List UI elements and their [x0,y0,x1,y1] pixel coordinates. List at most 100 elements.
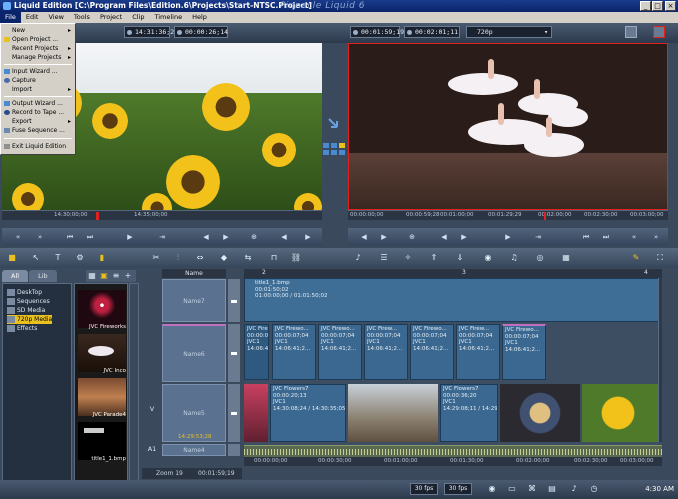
menu-file[interactable]: File [0,12,21,23]
render-status-icon[interactable]: ◉ [486,483,498,495]
goto-out-icon[interactable]: ⇥ [156,232,168,242]
track-lock-button[interactable] [228,324,240,382]
fps-indicator-2[interactable]: 30 fps [444,483,472,495]
source-timecode-duration[interactable]: 00:00:26;14 [174,26,228,38]
record-button[interactable] [653,26,665,38]
menu-view[interactable]: View [43,12,68,23]
track-header-6[interactable]: Name6 [162,324,226,382]
speaker-icon[interactable]: ♪ [568,483,580,495]
edit-mode-icon[interactable]: ✎ [630,252,642,264]
prev-edit-icon[interactable]: ⏮ [64,232,76,242]
fullscreen-icon[interactable]: ⛶ [654,252,666,264]
bin-scrollbar[interactable] [129,283,139,483]
effects-icon[interactable]: ✧ [402,252,414,264]
fireworks-clip[interactable]: JVC Firewo... 00:00:07;04 JVC1 14:06:41;2..… [502,324,546,380]
match-frame-arrow-icon[interactable] [327,115,343,131]
flowers-clip[interactable]: JVC Flowers7 00:00:36;20 JVC1 14:29:08;11 /… [440,384,498,442]
add-rack-icon[interactable]: + [122,270,134,282]
mark-out-icon[interactable]: ▶ [220,232,232,242]
audio-tool-icon[interactable]: ♪ [352,252,364,264]
timeline-bottom-ruler[interactable]: 00:00:00;00 00:00:30;00 00:01:00;00 00:0… [244,457,662,466]
close-button[interactable]: × [665,1,676,11]
slip-icon[interactable]: ⇆ [242,252,254,264]
menu-item-recent-projects[interactable]: Recent Projects ▸ [3,44,73,53]
clip-thumbnail[interactable] [244,384,268,442]
play-icon[interactable]: ▶ [124,232,136,242]
menu-item-open-project[interactable]: Open Project ... [3,35,73,44]
prev-edit-icon[interactable]: ⏮ [580,232,592,242]
format-select[interactable]: 720p ▾ [466,26,552,38]
timeline-area[interactable]: title1_1.bmp 00:01:50;02 01:00:00;00 / 0… [244,278,662,458]
zoom-bar[interactable]: Zoom 19 00:01:59;19 [142,468,242,479]
timeline-vertical-scrollbar[interactable] [658,278,662,442]
minimize-button[interactable]: _ [640,1,651,11]
fireworks-clip[interactable]: JVC Firewo... 00:00:07;04 JVC1 14:06:41;2..… [318,324,362,380]
audio-scrub-icon[interactable]: ♫ [508,252,520,264]
rewind-icon[interactable]: « [628,232,640,242]
program-timecode-position[interactable]: 00:01:59;19 [350,26,404,38]
play-icon[interactable]: ▶ [502,232,514,242]
thumbnail-fireworks[interactable] [78,290,126,328]
mark-in-icon[interactable]: ◀ [200,232,212,242]
fps-indicator-1[interactable]: 30 fps [410,483,438,495]
link-icon[interactable]: ⛓ [290,252,302,264]
marker-icon[interactable]: ◆ [218,252,230,264]
track-lock-button[interactable] [228,444,240,456]
program-timecode-duration[interactable]: 00:02:01;11 [404,26,460,38]
clock-clip-thumbnail[interactable] [500,384,580,442]
menu-item-output-wizard[interactable]: Output Wizard ... [3,99,73,108]
text-tool-icon[interactable]: T [52,252,64,264]
thumbnail-view-icon[interactable]: ▣ [98,270,110,282]
playhead-marker[interactable] [544,212,546,220]
insert-icon[interactable]: ◀ [278,232,290,242]
track-header-7[interactable]: Name7 [162,279,226,322]
match-icon[interactable]: ⊕ [406,232,418,242]
mark-in-icon[interactable]: ◀ [438,232,450,242]
next-edit-icon[interactable]: ⏭ [600,232,612,242]
menu-item-fuse-sequence[interactable]: Fuse Sequence ... [3,126,73,135]
extract-icon[interactable]: ⇓ [454,252,466,264]
timeline-ruler[interactable]: 2 3 4 [244,269,662,278]
source-timecode-in[interactable]: 14:31:36;25 [124,26,178,38]
monitor-icon[interactable]: ▭ [506,483,518,495]
menu-tools[interactable]: Tools [69,12,95,23]
menu-item-new[interactable]: New ▸ [3,26,73,35]
sunflower-clip-thumbnail[interactable] [582,384,662,442]
trash-icon[interactable]: ▮ [96,252,108,264]
trim-icon[interactable]: ⇔ [194,252,206,264]
audio-track[interactable] [244,445,662,457]
menu-item-exit[interactable]: Exit Liquid Edition [3,142,73,151]
fast-forward-icon[interactable]: » [34,232,46,242]
program-viewer[interactable] [348,43,668,210]
lift-icon[interactable]: ⇑ [428,252,440,264]
tab-lib[interactable]: Lib [29,270,57,282]
menu-item-import[interactable]: Import ▸ [3,85,73,94]
match-icon[interactable]: ⊕ [248,232,260,242]
program-ruler[interactable]: 00:00:00;00 00:00:59;28 00:01:00;00 00:0… [348,210,668,220]
tab-all[interactable]: All [2,270,29,282]
tree-item-sd-media[interactable]: SD Media [7,306,45,315]
flowers-clip[interactable]: JVC Flowers7 00:00:20;13 JVC1 14:30:08;24 /… [270,384,346,442]
fireworks-clip[interactable]: JVC Firew...00:00:07;04JVC114:06:41;2... [364,324,408,380]
fireworks-clip[interactable]: JVC Firew...00:00:07;04JVC114:06:41;2... [456,324,500,380]
view-toggle-icon[interactable] [323,143,345,155]
title-clip[interactable]: title1_1.bmp 00:01:50;02 01:00:00;00 / 0… [244,278,662,322]
thumbnail-parade[interactable] [78,378,126,416]
settings-icon[interactable]: ⚙ [74,252,86,264]
overwrite-icon[interactable]: ▶ [302,232,314,242]
menu-timeline[interactable]: Timeline [149,12,187,23]
menu-item-manage-projects[interactable]: Manage Projects ▸ [3,53,73,62]
list-view-icon[interactable]: ≡ [110,270,122,282]
grid-view-icon[interactable]: ▦ [86,270,98,282]
network-icon[interactable]: ⌘ [526,483,538,495]
rewind-icon[interactable]: « [12,232,24,242]
maximize-button[interactable]: □ [652,1,663,11]
goto-out-icon[interactable]: ⇥ [532,232,544,242]
thumbnail-title[interactable] [78,422,126,460]
track-lock-button[interactable] [228,279,240,322]
tree-item-sequences[interactable]: Sequences [7,297,50,306]
tree-item-desktop[interactable]: DeskTop [7,288,42,297]
fireworks-clip[interactable]: JVC Firewo... 00:00:07;04 JVC1 14:06:41;2..… [272,324,316,380]
track-header-4[interactable]: Name4 [162,444,226,456]
overwrite-icon[interactable]: ▶ [378,232,390,242]
